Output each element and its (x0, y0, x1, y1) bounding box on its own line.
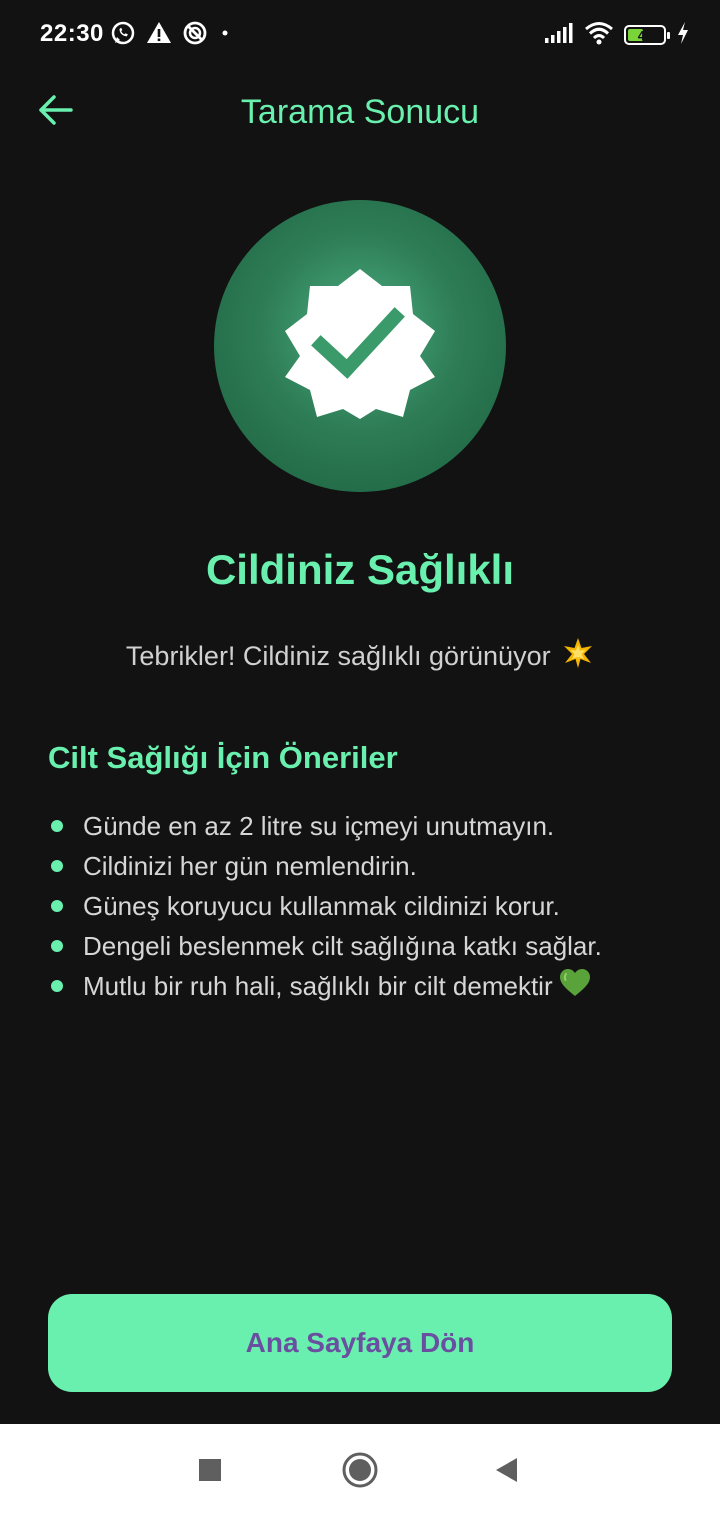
star-icon (562, 637, 594, 680)
home-button[interactable]: Ana Sayfaya Dön (48, 1294, 672, 1392)
tip-text: Günde en az 2 litre su içmeyi unutmayın. (83, 810, 555, 841)
battery-icon: 42 (624, 25, 670, 45)
dot-icon (218, 20, 232, 51)
whatsapp-icon (110, 20, 136, 51)
notification-icons (110, 20, 232, 50)
recents-button[interactable] (184, 1446, 236, 1498)
app-bar: Tarama Sonucu (0, 70, 720, 154)
system-icons: 42 (544, 20, 690, 50)
tips-title: Cilt Sağlığı İçin Öneriler (48, 740, 398, 775)
status-bar: 22:30 42 (0, 0, 720, 70)
signal-icon (544, 22, 574, 49)
green-heart-icon (559, 968, 591, 1005)
warning-icon (146, 20, 172, 51)
bullet-icon (51, 940, 63, 952)
tip-text: Cildinizi her gün nemlendirin. (83, 850, 417, 881)
bullet-icon (51, 820, 63, 832)
tips-list: Günde en az 2 litre su içmeyi unutmayın.… (48, 806, 680, 1006)
verified-badge-icon (275, 259, 445, 434)
list-item: Dengeli beslenmek cilt sağlığına katkı s… (48, 926, 680, 966)
tip-text: Güneş koruyucu kullanmak cildinizi korur… (83, 890, 560, 921)
status-time: 22:30 (40, 20, 104, 47)
result-badge (214, 200, 506, 492)
square-icon (197, 1457, 223, 1488)
bullet-icon (51, 980, 63, 992)
wifi-icon (584, 21, 614, 50)
list-item: Cildinizi her gün nemlendirin. (48, 846, 680, 886)
charging-icon (676, 21, 690, 50)
nav-back-button[interactable] (480, 1446, 532, 1498)
list-item: Mutlu bir ruh hali, sağlıklı bir cilt de… (48, 966, 680, 1006)
no-disturb-icon (182, 20, 208, 51)
bullet-icon (51, 900, 63, 912)
result-title: Cildiniz Sağlıklı (205, 546, 515, 593)
nav-home-button[interactable] (334, 1446, 386, 1498)
list-item: Günde en az 2 litre su içmeyi unutmayın. (48, 806, 680, 846)
tip-text: Dengeli beslenmek cilt sağlığına katkı s… (83, 930, 602, 961)
tip-text: Mutlu bir ruh hali, sağlıklı bir cilt de… (83, 970, 553, 1001)
result-subtitle-text: Tebrikler! Cildiniz sağlıklı görünüyor (125, 641, 551, 671)
list-item: Güneş koruyucu kullanmak cildinizi korur… (48, 886, 680, 926)
triangle-back-icon (493, 1456, 519, 1489)
result-subtitle: Tebrikler! Cildiniz sağlıklı görünüyor (0, 636, 720, 680)
circle-icon (341, 1451, 379, 1494)
page-title: Tarama Sonucu (240, 93, 480, 131)
system-nav-bar (0, 1424, 720, 1520)
battery-level: 42 (637, 27, 653, 43)
bullet-icon (51, 860, 63, 872)
